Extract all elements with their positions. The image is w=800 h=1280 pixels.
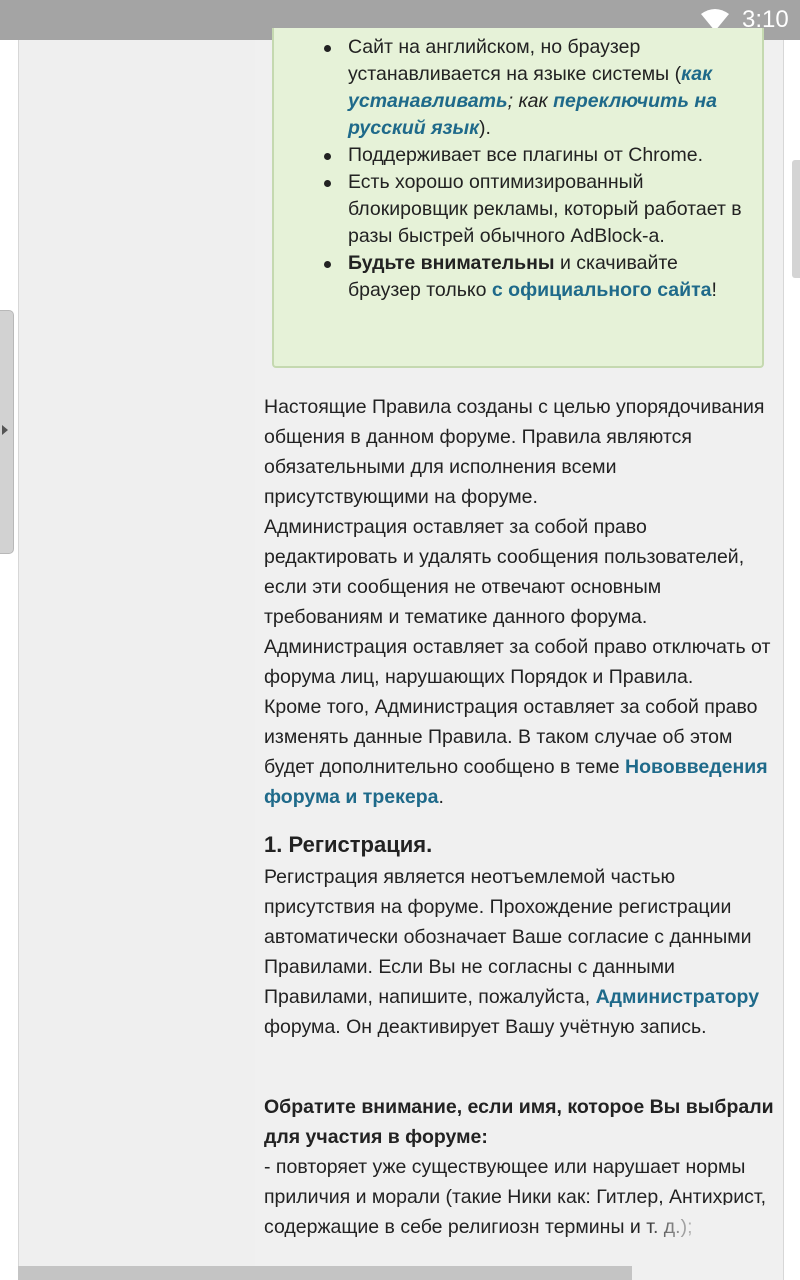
registration-text: Регистрация является неотъемлемой частью… [264, 866, 760, 1038]
expand-arrow-icon [2, 425, 8, 435]
official-site-link[interactable]: с официального сайта [492, 279, 712, 301]
tip-item: Поддерживает все плагины от Chrome. [324, 142, 752, 169]
drawer-handle[interactable] [0, 310, 14, 554]
rules-paragraph: Администрация оставляет за собой право о… [264, 636, 771, 688]
vertical-scrollbar[interactable] [792, 160, 800, 278]
tip-list: Сайт на английском, но браузер устанавли… [274, 28, 762, 304]
administrator-link[interactable]: Администратору [596, 986, 760, 1008]
rules-paragraph: Кроме того, Администрация оставляет за с… [264, 696, 768, 808]
rules-paragraph: Администрация оставляет за собой право р… [264, 516, 745, 628]
browser-tip-box: Сайт на английском, но браузер устанавли… [272, 28, 764, 368]
text-fade-overlay [640, 1205, 760, 1265]
tip-item: Сайт на английском, но браузер устанавли… [324, 34, 752, 142]
rules-intro: Настоящие Правила созданы с целью упоряд… [264, 392, 779, 812]
horizontal-scrollbar[interactable] [18, 1266, 632, 1280]
tip-item: Есть хорошо оптимизированный блокировщик… [324, 169, 752, 250]
left-sidebar [18, 40, 256, 1280]
rules-paragraph: Настоящие Правила созданы с целью упоряд… [264, 396, 765, 508]
tip-item: Будьте внимательны и скачивайте браузер … [324, 250, 752, 304]
note-heading: Обратите внимание, если имя, которое Вы … [264, 1096, 774, 1148]
section-title: 1. Регистрация. [264, 832, 433, 857]
